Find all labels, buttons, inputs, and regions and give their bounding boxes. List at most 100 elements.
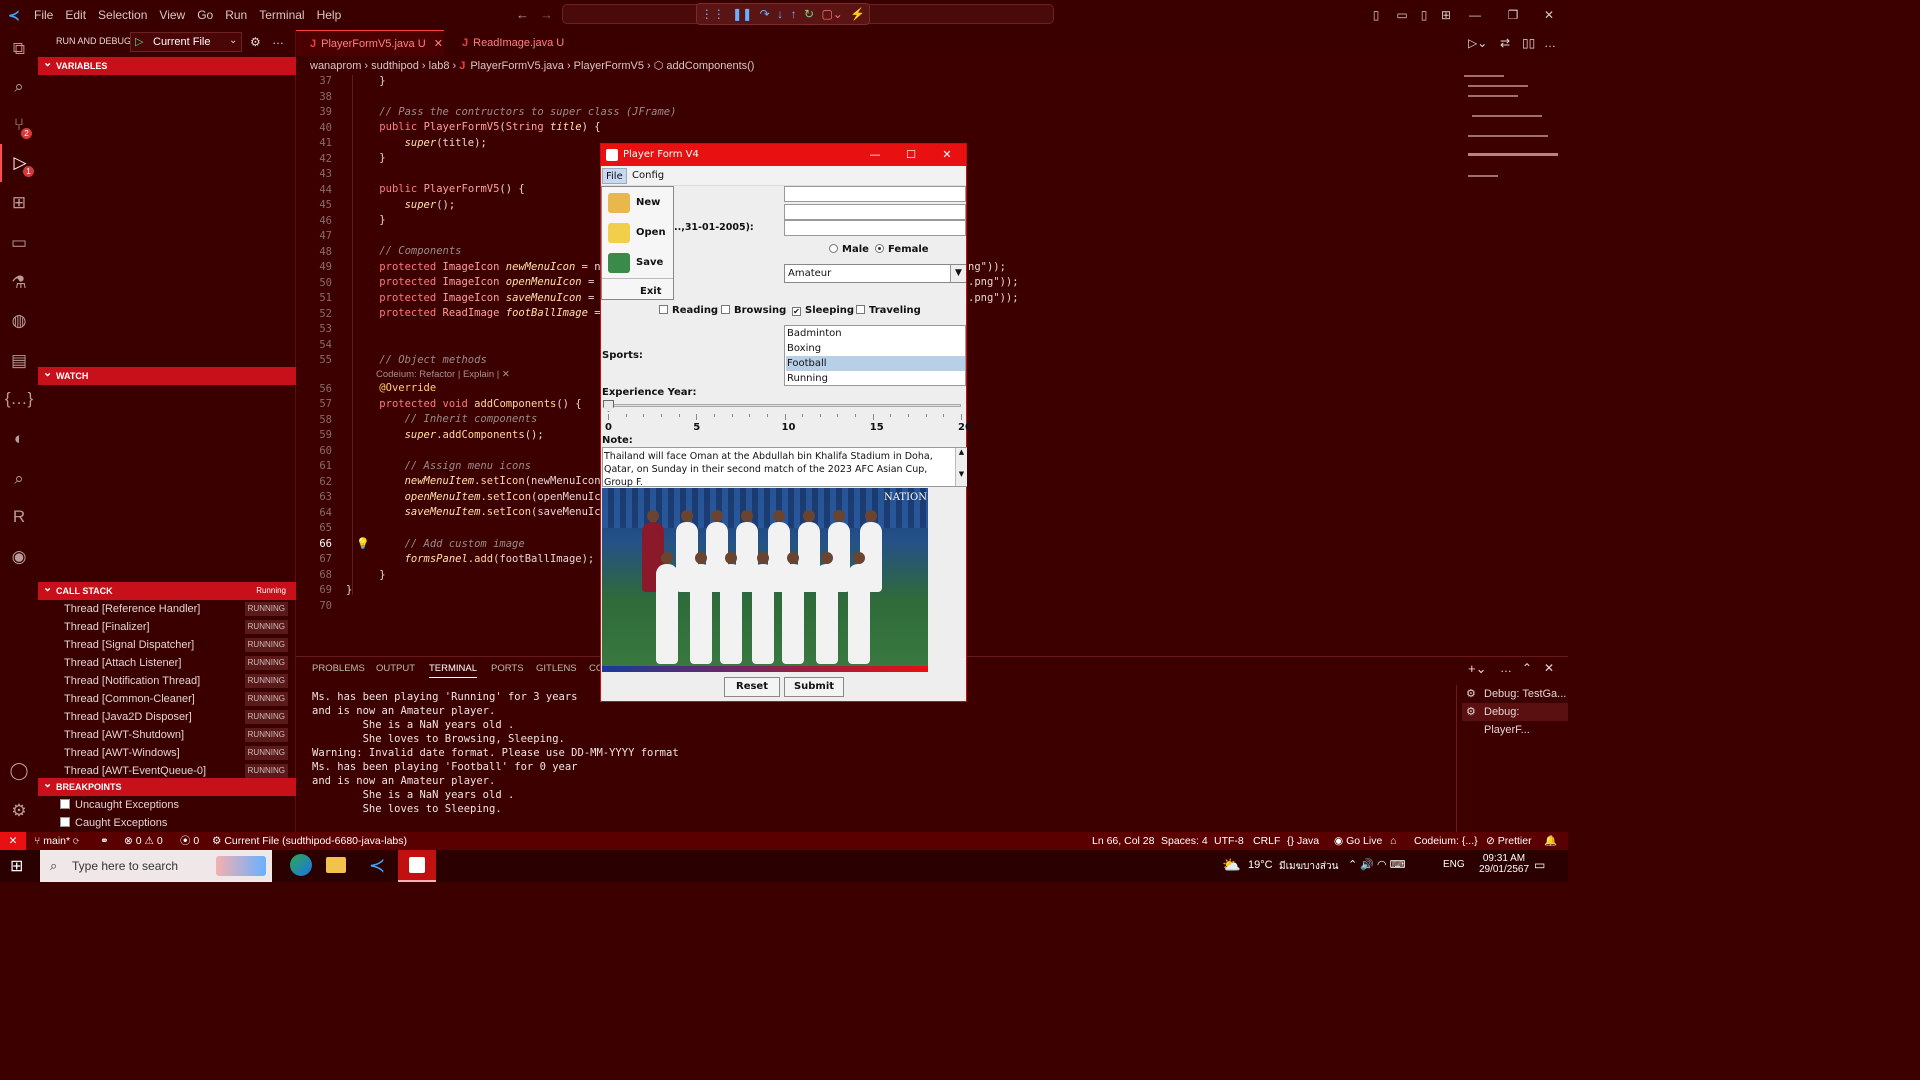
go-live-button[interactable]: ◉ Go Live: [1334, 832, 1382, 850]
toggle-panel-icon[interactable]: ▭: [1392, 0, 1412, 30]
copilot-icon[interactable]: ◉: [0, 538, 38, 576]
breakpoint-caught[interactable]: Caught Exceptions: [60, 814, 167, 832]
callstack-thread[interactable]: Thread [AWT-Windows] RUNNING: [38, 744, 296, 762]
submit-button[interactable]: Submit: [784, 677, 844, 697]
sport-item[interactable]: Football: [786, 356, 965, 371]
checkbox[interactable]: [60, 799, 70, 809]
slider-thumb[interactable]: [603, 400, 614, 412]
tab-terminal[interactable]: TERMINAL: [429, 663, 478, 678]
scroll-down-icon[interactable]: ▼: [956, 470, 967, 478]
hot-code-replace-icon[interactable]: ⚡: [850, 7, 865, 21]
menu-selection[interactable]: Selection: [92, 0, 153, 30]
language-mode[interactable]: {} Java: [1287, 832, 1319, 850]
player-type-select[interactable]: Amateur ▼: [784, 264, 966, 283]
minimap[interactable]: [1460, 75, 1560, 205]
taskbar-search-input[interactable]: ⌕ Type here to search: [40, 850, 272, 882]
tab-readimage[interactable]: J ReadImage.java U: [448, 30, 578, 56]
radio-female[interactable]: [875, 244, 884, 253]
radio-male[interactable]: [829, 244, 838, 253]
scroll-up-icon[interactable]: ▲: [956, 448, 967, 456]
callstack-thread[interactable]: Thread [Finalizer] RUNNING: [38, 618, 296, 636]
java-menu-file[interactable]: File: [602, 168, 627, 184]
menu-go[interactable]: Go: [191, 0, 219, 30]
tab-close-icon[interactable]: ✕: [434, 38, 443, 50]
cursor-position[interactable]: Ln 66, Col 28: [1092, 832, 1154, 850]
codeium-lens[interactable]: Codeium: Refactor | Explain | ✕: [376, 369, 510, 380]
gitlens-status-icon[interactable]: ⚭: [100, 832, 109, 850]
dropdown-arrow-icon[interactable]: ▼: [950, 265, 966, 282]
callstack-thread[interactable]: Thread [Common-Cleaner] RUNNING: [38, 690, 296, 708]
hobby-checkbox[interactable]: ✔: [792, 307, 801, 316]
reset-button[interactable]: Reset: [724, 677, 780, 697]
file-explorer-taskbar-icon[interactable]: [326, 857, 346, 873]
callstack-thread[interactable]: Thread [Java2D Disposer] RUNNING: [38, 708, 296, 726]
checkbox[interactable]: [60, 817, 70, 827]
menu-terminal[interactable]: Terminal: [253, 0, 310, 30]
hobby-checkbox[interactable]: [721, 305, 730, 314]
edge-taskbar-icon[interactable]: [290, 854, 312, 876]
tab-playerformv5[interactable]: J PlayerFormV5.java U ✕: [296, 30, 444, 56]
name-field[interactable]: [784, 186, 966, 202]
remote-explorer-icon[interactable]: ▭: [0, 224, 38, 262]
editor-more-icon[interactable]: …: [1544, 36, 1556, 50]
sports-list[interactable]: Badminton Boxing Football Running: [784, 325, 966, 386]
drag-handle-icon[interactable]: ⋮⋮: [701, 7, 725, 21]
watch-header[interactable]: WATCH: [38, 364, 296, 385]
hobby-reading[interactable]: Reading: [659, 305, 718, 316]
indentation[interactable]: Spaces: 4: [1161, 832, 1208, 850]
source-control-icon[interactable]: ⑂ 2: [0, 106, 38, 144]
sport-item[interactable]: Boxing: [786, 341, 965, 356]
hobby-checkbox[interactable]: [856, 305, 865, 314]
breakpoints-header[interactable]: BREAKPOINTS: [38, 775, 296, 796]
stop-icon[interactable]: ▢⌄: [821, 7, 842, 21]
file-menu-open[interactable]: Open: [606, 220, 672, 246]
new-terminal-icon[interactable]: +⌄: [1468, 661, 1486, 677]
file-menu-save[interactable]: Save: [606, 250, 672, 276]
back-arrow-icon[interactable]: ←: [516, 7, 529, 22]
step-over-icon[interactable]: ↷: [760, 7, 770, 21]
dob-field[interactable]: [784, 220, 966, 236]
branch-indicator[interactable]: ⑂ main* ⟳: [34, 832, 79, 850]
tab-problems[interactable]: PROBLEMS: [312, 663, 365, 674]
clock[interactable]: 09:31 AM 29/01/2567: [1476, 853, 1532, 875]
java-menu-config[interactable]: Config: [629, 168, 667, 184]
callstack-thread[interactable]: Thread [Reference Handler] RUNNING: [38, 600, 296, 618]
settings-gear-icon[interactable]: ⚙: [250, 35, 261, 49]
crumb[interactable]: PlayerFormV5.java: [470, 60, 564, 72]
java-app-taskbar-icon[interactable]: [398, 850, 436, 882]
docker-icon[interactable]: ▤: [0, 342, 38, 380]
codeium-status[interactable]: Codeium: {...}: [1414, 832, 1478, 850]
notifications-bell-icon[interactable]: 🔔: [1544, 832, 1557, 850]
java-close-icon[interactable]: ✕: [929, 144, 965, 166]
sport-item[interactable]: Running: [786, 371, 965, 386]
open-changes-icon[interactable]: ⇄: [1500, 36, 1510, 50]
pause-icon[interactable]: ❚❚: [732, 7, 752, 21]
copilot-status-icon[interactable]: ⌂: [1390, 832, 1396, 850]
toggle-sidebar-icon[interactable]: ▯: [1366, 0, 1386, 30]
close-icon[interactable]: ✕: [1526, 0, 1572, 30]
launch-indicator[interactable]: ⚙ Current File (sudthipod-6680-java-labs…: [212, 832, 407, 850]
note-scrollbar[interactable]: ▲ ▼: [955, 448, 967, 486]
gitlens-icon[interactable]: ◐: [0, 420, 38, 458]
close-panel-icon[interactable]: ✕: [1544, 661, 1554, 675]
weather-text[interactable]: มีเมฆบางส่วน: [1279, 859, 1338, 874]
line-endings[interactable]: CRLF: [1253, 832, 1280, 850]
note-textarea[interactable]: Thailand will face Oman at the Abdullah …: [602, 447, 967, 488]
launch-config-select[interactable]: ▷ Current File ⌄: [130, 32, 242, 52]
tab-output[interactable]: OUTPUT: [376, 663, 415, 674]
crumb[interactable]: addComponents(): [666, 60, 754, 72]
callstack-header[interactable]: CALL STACK Running: [38, 579, 296, 600]
gender-male[interactable]: Male: [829, 244, 869, 255]
gender-female[interactable]: Female: [875, 244, 929, 255]
step-into-icon[interactable]: ↓: [777, 7, 783, 21]
debug-session-testgame[interactable]: ⚙ Debug: TestGa...: [1462, 685, 1568, 703]
callstack-thread[interactable]: Thread [Notification Thread] RUNNING: [38, 672, 296, 690]
run-file-icon[interactable]: ▷⌄: [1468, 36, 1487, 50]
split-editor-icon[interactable]: ▯▯: [1522, 36, 1535, 50]
input-language[interactable]: ENG: [1443, 859, 1465, 870]
weather-temp[interactable]: 19°C: [1248, 859, 1273, 871]
more-actions-icon[interactable]: …: [272, 33, 284, 47]
menu-run[interactable]: Run: [219, 0, 253, 30]
tab-gitlens[interactable]: GITLENS: [536, 663, 577, 674]
nationality-field[interactable]: [784, 204, 966, 220]
